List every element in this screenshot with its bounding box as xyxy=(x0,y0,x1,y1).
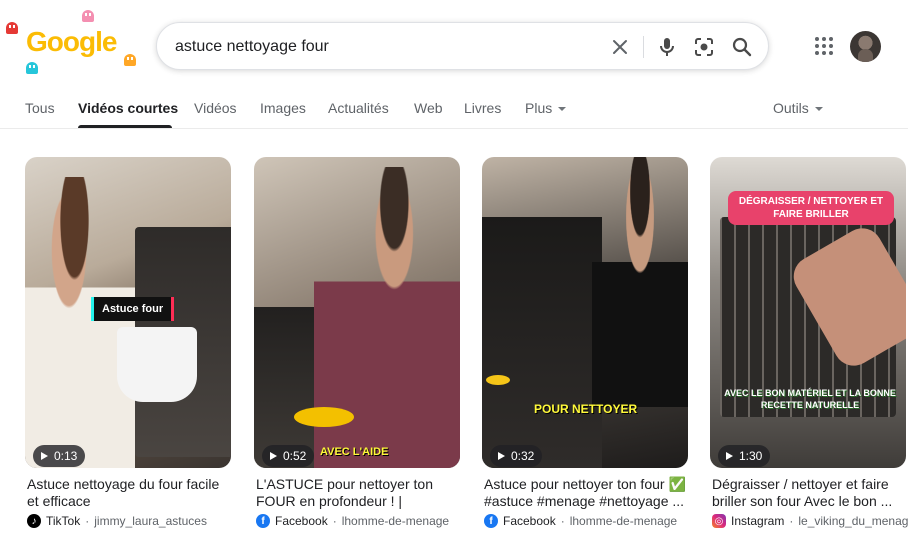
person-shape xyxy=(592,157,688,407)
video-thumbnail[interactable]: AVEC L'AIDE 0:52 xyxy=(254,157,460,468)
video-thumbnail[interactable]: Astuce four 0:13 xyxy=(25,157,231,468)
camera-lens-icon xyxy=(695,38,713,56)
platform-name: TikTok xyxy=(46,514,81,528)
bucket-shape xyxy=(117,327,197,402)
source-separator: · xyxy=(332,514,337,528)
apps-grid-icon xyxy=(815,37,833,55)
video-duration: 0:52 xyxy=(262,445,315,467)
orange-ghost-icon xyxy=(124,54,136,66)
image-search-button[interactable] xyxy=(692,35,716,59)
google-logo[interactable]: Google xyxy=(0,0,150,80)
facebook-icon: f xyxy=(484,514,498,528)
video-title[interactable]: Astuce nettoyage du four facile et effic… xyxy=(27,476,233,510)
video-source: ♪ TikTok · jimmy_laura_astuces xyxy=(27,514,233,528)
search-divider xyxy=(643,36,644,58)
video-source: f Facebook · lhomme-de-menage xyxy=(484,514,690,528)
tools-label: Outils xyxy=(773,100,809,116)
video-title[interactable]: Dégraisser / nettoyer et faire briller s… xyxy=(712,476,908,510)
source-separator: · xyxy=(560,514,565,528)
source-separator: · xyxy=(789,514,794,528)
channel-name: le_viking_du_menage xyxy=(798,514,908,528)
video-card[interactable]: AVEC L'AIDE 0:52 L'ASTUCE pour nettoyer … xyxy=(254,157,460,528)
video-thumbnail[interactable]: DÉGRAISSER / NETTOYER ET FAIRE BRILLER A… xyxy=(710,157,906,468)
video-card[interactable]: DÉGRAISSER / NETTOYER ET FAIRE BRILLER A… xyxy=(710,157,908,528)
thumbnail-overlay-text: Astuce four xyxy=(91,297,175,321)
channel-name: lhomme-de-menage xyxy=(569,514,678,528)
pink-ghost-icon xyxy=(82,10,94,22)
video-duration: 0:13 xyxy=(33,445,86,467)
source-separator: · xyxy=(85,514,90,528)
person-shape xyxy=(25,177,135,468)
tab-all[interactable]: Tous xyxy=(25,100,55,116)
active-tab-indicator xyxy=(78,125,172,128)
play-icon xyxy=(726,452,733,460)
search-box[interactable] xyxy=(156,22,769,70)
account-avatar[interactable] xyxy=(850,31,881,62)
play-icon xyxy=(270,452,277,460)
channel-name: lhomme-de-menage xyxy=(341,514,450,528)
tab-more-label: Plus xyxy=(525,100,553,116)
thumbnail-overlay-text: POUR NETTOYER xyxy=(534,402,638,416)
tab-news[interactable]: Actualités xyxy=(328,100,389,116)
thumbnail-overlay-subtext: AVEC LE BON MATÉRIEL ET LA BONNE RECETTE… xyxy=(724,388,896,410)
video-card[interactable]: POUR NETTOYER 0:32 Astuce pour nettoyer … xyxy=(482,157,688,528)
video-thumbnail[interactable]: POUR NETTOYER 0:32 xyxy=(482,157,688,468)
instagram-icon: ◎ xyxy=(712,514,726,528)
plate-shape xyxy=(294,407,354,427)
search-icon xyxy=(732,37,752,57)
tab-videos[interactable]: Vidéos xyxy=(194,100,237,116)
tab-images[interactable]: Images xyxy=(260,100,306,116)
sponge-shape xyxy=(486,375,510,385)
search-tabs: Tous Vidéos courtes Vidéos Images Actual… xyxy=(0,96,908,129)
tab-books[interactable]: Livres xyxy=(464,100,501,116)
tab-more[interactable]: Plus xyxy=(525,100,567,116)
video-duration: 0:32 xyxy=(490,445,543,467)
platform-name: Facebook xyxy=(503,514,556,528)
tools-button[interactable]: Outils xyxy=(773,100,823,116)
red-ghost-icon xyxy=(6,22,18,34)
video-title[interactable]: L'ASTUCE pour nettoyer ton FOUR en profo… xyxy=(256,476,462,510)
thumbnail-overlay-text: AVEC L'AIDE xyxy=(320,446,389,458)
voice-search-button[interactable] xyxy=(655,35,679,59)
platform-name: Instagram xyxy=(731,514,785,528)
tab-web[interactable]: Web xyxy=(414,100,443,116)
video-source: ◎ Instagram · le_viking_du_menage xyxy=(712,514,908,528)
oven-shape xyxy=(482,217,602,468)
tab-short-videos[interactable]: Vidéos courtes xyxy=(78,100,178,116)
caret-down-icon xyxy=(814,107,823,112)
close-icon xyxy=(613,40,627,54)
channel-name: jimmy_laura_astuces xyxy=(94,514,207,528)
cyan-ghost-icon xyxy=(26,62,38,74)
search-input[interactable] xyxy=(175,36,595,58)
video-card[interactable]: Astuce four 0:13 Astuce nettoyage du fou… xyxy=(25,157,231,528)
caret-down-icon xyxy=(558,107,567,112)
facebook-icon: f xyxy=(256,514,270,528)
video-duration: 1:30 xyxy=(718,445,771,467)
platform-name: Facebook xyxy=(275,514,328,528)
mic-icon xyxy=(660,38,674,56)
play-icon xyxy=(41,452,48,460)
clear-search-button[interactable] xyxy=(608,35,632,59)
tiktok-icon: ♪ xyxy=(27,514,41,528)
apps-grid-button[interactable] xyxy=(812,34,836,58)
video-title[interactable]: Astuce pour nettoyer ton four ✅ #astuce … xyxy=(484,476,690,510)
search-button[interactable] xyxy=(730,35,754,59)
video-source: f Facebook · lhomme-de-menage xyxy=(256,514,462,528)
thumbnail-overlay-text: DÉGRAISSER / NETTOYER ET FAIRE BRILLER xyxy=(728,191,894,225)
google-logo-text: Google xyxy=(26,26,117,57)
play-icon xyxy=(498,452,505,460)
